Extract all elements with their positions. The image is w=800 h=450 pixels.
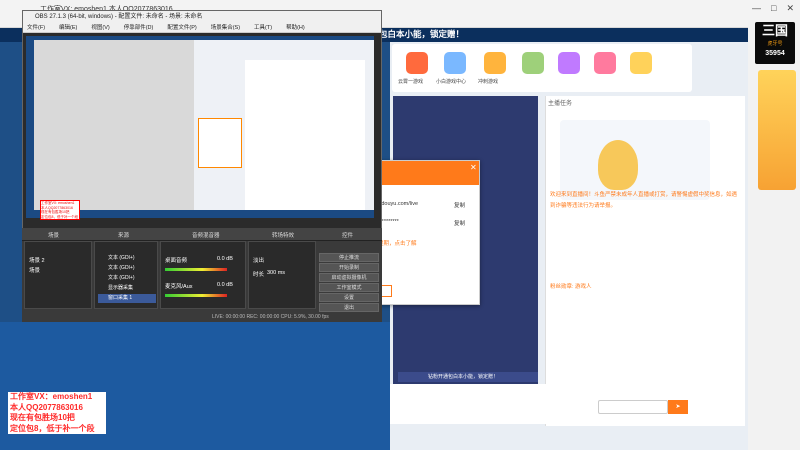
menu-view[interactable]: 视图(V) [91, 23, 109, 32]
scene-item[interactable]: 场景 [29, 266, 40, 274]
mixer-channel-db: 0.0 dB [217, 282, 233, 288]
send-button[interactable]: ➤ [668, 400, 688, 414]
game-label: 云霄一游戏 [398, 79, 424, 85]
menu-scene-collection[interactable]: 场景集合(S) [211, 23, 240, 32]
settings-button[interactable]: 设置 [319, 293, 379, 302]
game-icon[interactable] [444, 52, 466, 74]
chat-input[interactable] [598, 400, 668, 414]
dock-title-scenes: 场景 [48, 233, 60, 239]
stream-bottom-notice: 钻粉开通包白本小能，锁定赠！ [398, 372, 538, 382]
game-icon[interactable] [406, 52, 428, 74]
copy-key-button[interactable]: 复制 [454, 219, 465, 227]
menu-tools[interactable]: 工具(T) [254, 23, 272, 32]
nested-watermark-line: 定位包8，低于补一个段 [41, 214, 78, 219]
game-icon[interactable] [484, 52, 506, 74]
close-button[interactable]: ✕ [786, 3, 794, 14]
brand-badge[interactable]: 三国 虎牙号 35954 [755, 22, 795, 64]
brand-number: 35954 [765, 50, 785, 57]
obs-menubar: 文件(F) 编辑(E) 视图(V) 停靠部件(D) 配置文件(P) 场景集合(S… [23, 23, 381, 33]
dock-title-mixer: 音频混音器 [192, 233, 220, 239]
brand-sub: 虎牙号 [767, 41, 783, 47]
audio-mixer-dock: 桌面音频 0.0 dB 麦克风/Aux 0.0 dB [160, 241, 246, 309]
game-icon[interactable] [630, 52, 652, 74]
menu-file[interactable]: 文件(F) [27, 23, 45, 32]
menu-edit[interactable]: 编辑(E) [59, 23, 77, 32]
watermark-line: 工作室VX：emoshen1 [10, 392, 93, 401]
mixer-channel-db: 0.0 dB [217, 256, 233, 262]
promo-watermark: 工作室VX：emoshen1 本人QQ2077863016 现在有包胜场10把 … [8, 392, 106, 435]
start-recording-button[interactable]: 开始录制 [319, 263, 379, 272]
nested-dialog [198, 118, 242, 168]
menu-profile[interactable]: 配置文件(P) [167, 23, 196, 32]
brand-name: 三国 [761, 23, 788, 38]
source-item[interactable]: 窗口采集 1 [98, 294, 156, 303]
watermark-line: 现在有包胜场10把 [10, 413, 75, 423]
game-label: 冲刺游戏 [478, 79, 499, 85]
volume-meter [165, 294, 227, 297]
source-item[interactable]: 文本 (GDI+) [98, 264, 156, 273]
chat-line: 粉丝勋章: 游戏人 [550, 284, 592, 290]
mixer-channel-name: 桌面音频 [165, 258, 188, 264]
scenes-dock: 场景 2 场景 [24, 241, 92, 309]
chat-header[interactable]: 主播任务 [548, 98, 572, 107]
watermark-line: 本人QQ2077863016 [10, 402, 83, 412]
transition-duration[interactable]: 300 ms [267, 270, 285, 276]
source-item[interactable]: 文本 (GDI+) [98, 274, 156, 283]
watermark-line: 定位包8，低于补一个段 [10, 423, 95, 433]
scene-item[interactable]: 场景 2 [29, 256, 45, 264]
mascot-image [598, 140, 638, 190]
dock-title-controls: 控件 [342, 233, 354, 239]
source-item[interactable]: 显示器采集 [98, 284, 156, 293]
minimize-button[interactable]: — [752, 3, 761, 14]
close-icon[interactable]: ✕ [470, 163, 477, 172]
nested-watermark: 工作室VX: emoshen1 本人QQ2077863016 现在有包胜场10把… [40, 200, 80, 220]
game-strip: 云霄一游戏 小白游戏中心 冲刺游戏 [392, 44, 692, 92]
mixer-channel-name: 麦克风/Aux [165, 284, 193, 290]
obs-docks: 场景 2 场景 文本 (GDI+) 文本 (GDI+) 文本 (GDI+) 显示… [22, 228, 382, 316]
stop-streaming-button[interactable]: 停止推流 [319, 253, 379, 262]
nested-obs-preview [34, 40, 194, 210]
chat-system-notice: 欢迎来到直播间！斗鱼严禁未成年人直播或打赏，请警惕虚假中奖信息，如遇到诈骗等违法… [550, 192, 738, 209]
menu-help[interactable]: 帮助(H) [286, 23, 305, 32]
nested-chat [245, 60, 365, 210]
dock-title-sources: 来源 [118, 233, 130, 239]
docks-header: 场景 来源 音频混音器 转场特效 控件 [22, 228, 382, 241]
obs-title: OBS 27.1.3 (64-bit, windows) - 配置文件: 未命名… [23, 11, 381, 23]
virtual-camera-button[interactable]: 启动虚拟摄像机 [319, 273, 379, 282]
game-label: 小白游戏中心 [436, 79, 467, 85]
side-ad-banner[interactable] [758, 70, 796, 190]
copy-server-button[interactable]: 复制 [454, 201, 465, 209]
transitions-dock: 淡出 时长 300 ms [248, 241, 316, 309]
menu-docks[interactable]: 停靠部件(D) [124, 23, 154, 32]
transition-type[interactable]: 淡出 [253, 256, 264, 264]
dock-title-transitions: 转场特效 [272, 233, 295, 239]
exit-button[interactable]: 退出 [319, 303, 379, 312]
studio-mode-button[interactable]: 工作室模式 [319, 283, 379, 292]
game-icon[interactable] [594, 52, 616, 74]
nested-watermark-line: 工作室VX: emoshen1 [41, 201, 75, 205]
transition-duration-label: 时长 [253, 272, 265, 278]
game-icon[interactable] [558, 52, 580, 74]
maximize-button[interactable]: □ [771, 3, 776, 14]
source-item[interactable]: 文本 (GDI+) [98, 254, 156, 263]
window-controls: — □ ✕ [752, 3, 794, 14]
game-icon[interactable] [522, 52, 544, 74]
volume-meter [165, 268, 227, 271]
sources-dock: 文本 (GDI+) 文本 (GDI+) 文本 (GDI+) 显示器采集 窗口采集… [94, 241, 158, 309]
obs-status-bar: LIVE: 00:00:00 REC: 00:00:00 CPU: 5.9%, … [22, 312, 382, 322]
